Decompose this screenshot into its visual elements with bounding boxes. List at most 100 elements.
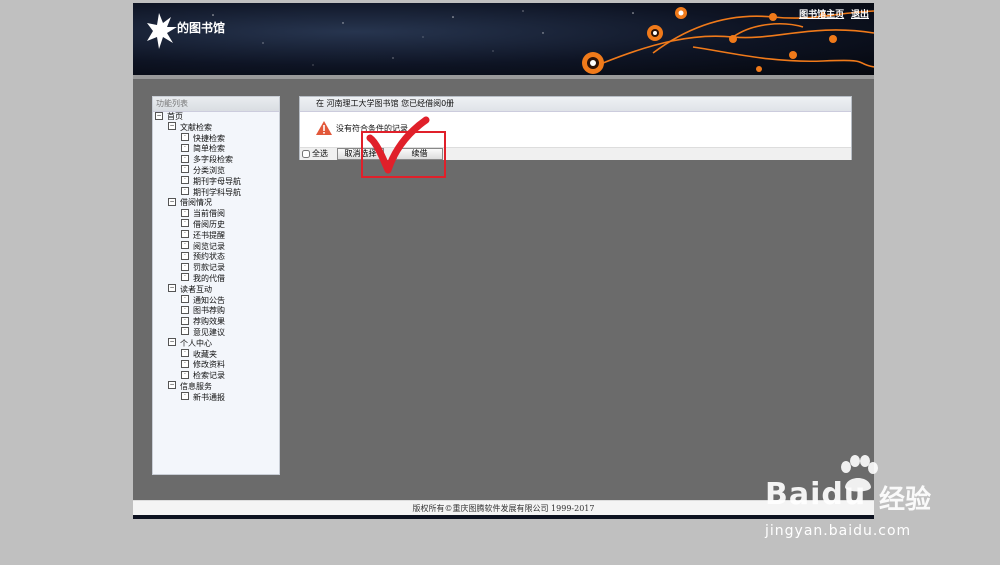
- select-all-checkbox[interactable]: [302, 149, 310, 158]
- tree-item-label: 期刊字母导航: [193, 176, 241, 186]
- warning-icon: [316, 121, 332, 135]
- tree-item[interactable]: · 期刊学科导航: [153, 187, 279, 199]
- tree-item-label: 信息服务: [180, 381, 212, 391]
- baidu-watermark: Baidu 经验 jingyan.baidu.com: [765, 455, 995, 547]
- leaf-node-icon: ·: [181, 370, 189, 379]
- watermark-brand-du: du: [821, 477, 867, 512]
- leaf-node-icon: ·: [181, 295, 189, 304]
- leaf-node-icon: ·: [181, 305, 189, 314]
- tree-item[interactable]: · 快捷检索: [153, 133, 279, 145]
- tree-item[interactable]: − 借阅情况: [153, 197, 279, 209]
- tree-item-label: 修改资料: [193, 360, 225, 370]
- footer: 版权所有©重庆图腾软件发展有限公司 1999-2017: [133, 500, 874, 516]
- tree-item-label: 借阅情况: [180, 198, 212, 208]
- leaf-node-icon: ·: [181, 251, 189, 260]
- tree-item-label: 读者互动: [180, 284, 212, 294]
- collapse-toggle-icon[interactable]: −: [168, 338, 176, 347]
- tree-item[interactable]: · 简单检索: [153, 143, 279, 155]
- app-frame: 的图书馆 图书馆主页 退出 功能列表 − 首页 − 文献检索 · 快捷检索 · 简单检索 · 多字…: [133, 3, 874, 519]
- leaf-node-icon: ·: [181, 316, 189, 325]
- tree-item[interactable]: · 图书荐购: [153, 305, 279, 317]
- tree-item[interactable]: · 我的代借: [153, 273, 279, 285]
- leaf-node-icon: ·: [181, 230, 189, 239]
- tree-item-label: 个人中心: [180, 338, 212, 348]
- collapse-toggle-icon[interactable]: −: [168, 381, 176, 390]
- tree-item-label: 分类浏览: [193, 165, 225, 175]
- tree-item-label: 意见建议: [193, 327, 225, 337]
- watermark-brand: Baidu: [765, 477, 866, 512]
- site-header: 的图书馆 图书馆主页 退出: [133, 3, 874, 75]
- tree-item-label: 当前借阅: [193, 209, 225, 219]
- watermark-url: jingyan.baidu.com: [765, 523, 912, 539]
- tree-item-label: 首页: [167, 112, 183, 121]
- tree-item[interactable]: · 阅览记录: [153, 241, 279, 253]
- leaf-node-icon: ·: [181, 143, 189, 152]
- leaf-node-icon: ·: [181, 359, 189, 368]
- header-banner: [212, 7, 874, 74]
- watermark-brand-bai: Bai: [765, 477, 822, 512]
- collapse-toggle-icon[interactable]: −: [168, 197, 176, 206]
- tree-item[interactable]: · 借阅历史: [153, 219, 279, 231]
- tree-item-label: 还书提醒: [193, 230, 225, 240]
- leaf-node-icon: ·: [181, 349, 189, 358]
- tree-item-label: 新书通报: [193, 392, 225, 402]
- tree-item-label: 通知公告: [193, 295, 225, 305]
- tree-item[interactable]: − 信息服务: [153, 381, 279, 393]
- tree-item-label: 检索记录: [193, 371, 225, 381]
- collapse-toggle-icon[interactable]: −: [168, 122, 176, 131]
- function-tree: − 首页 − 文献检索 · 快捷检索 · 简单检索 · 多字段检索 · 分类浏览 · 期刊字母导航 · 期刊学…: [153, 111, 279, 404]
- tree-item[interactable]: · 分类浏览: [153, 165, 279, 177]
- site-title: 的图书馆: [177, 21, 226, 35]
- function-sidebar: 功能列表 − 首页 − 文献检索 · 快捷检索 · 简单检索 · 多字段检索 · 分类浏览 · 期刊字母导…: [152, 96, 280, 475]
- leaf-node-icon: ·: [181, 165, 189, 174]
- tree-item-label: 阅览记录: [193, 241, 225, 251]
- leaf-node-icon: ·: [181, 392, 189, 401]
- sidebar-title: 功能列表: [153, 97, 279, 112]
- top-links: 图书馆主页 退出: [795, 7, 869, 20]
- tree-item[interactable]: · 期刊字母导航: [153, 176, 279, 188]
- tree-item[interactable]: · 检索记录: [153, 370, 279, 382]
- leaf-node-icon: ·: [181, 154, 189, 163]
- tree-item[interactable]: · 荐购效果: [153, 316, 279, 328]
- footer-strip: [133, 515, 874, 519]
- leaf-node-icon: ·: [181, 327, 189, 336]
- tree-item-label: 收藏夹: [193, 349, 217, 359]
- tree-item[interactable]: · 修改资料: [153, 359, 279, 371]
- tree-item[interactable]: · 通知公告: [153, 295, 279, 307]
- tree-item[interactable]: · 当前借阅: [153, 208, 279, 220]
- watermark-cn: 经验: [879, 485, 932, 515]
- leaf-node-icon: ·: [181, 241, 189, 250]
- collapse-toggle-icon[interactable]: −: [155, 111, 163, 120]
- tree-item[interactable]: − 文献检索: [153, 122, 279, 134]
- header-divider: [133, 75, 874, 79]
- tree-item-label: 罚款记录: [193, 263, 225, 273]
- leaf-node-icon: ·: [181, 187, 189, 196]
- select-all[interactable]: 全选: [302, 148, 328, 160]
- tree-item[interactable]: · 意见建议: [153, 327, 279, 339]
- logout-link[interactable]: 退出: [851, 10, 869, 20]
- tree-item[interactable]: · 多字段检索: [153, 154, 279, 166]
- tree-item-label: 多字段检索: [193, 155, 233, 165]
- tree-item[interactable]: · 预约状态: [153, 251, 279, 263]
- leaf-node-icon: ·: [181, 262, 189, 271]
- leaf-node-icon: ·: [181, 176, 189, 185]
- tree-item-label: 图书荐购: [193, 306, 225, 316]
- red-checkmark-icon: [366, 116, 430, 174]
- tree-item-label: 荐购效果: [193, 317, 225, 327]
- library-home-link[interactable]: 图书馆主页: [799, 10, 844, 20]
- tree-item[interactable]: · 罚款记录: [153, 262, 279, 274]
- tree-item-label: 预约状态: [193, 252, 225, 262]
- library-logo-icon: [147, 13, 177, 49]
- tree-item[interactable]: · 新书通报: [153, 392, 279, 404]
- tree-item[interactable]: · 收藏夹: [153, 349, 279, 361]
- tree-item[interactable]: − 读者互动: [153, 284, 279, 296]
- tree-item-label: 借阅历史: [193, 219, 225, 229]
- tree-item-label: 简单检索: [193, 144, 225, 154]
- collapse-toggle-icon[interactable]: −: [168, 284, 176, 293]
- tree-item[interactable]: − 首页: [153, 111, 279, 123]
- select-all-label: 全选: [312, 149, 328, 158]
- leaf-node-icon: ·: [181, 219, 189, 228]
- tree-item[interactable]: · 还书提醒: [153, 230, 279, 242]
- tree-item-label: 期刊学科导航: [193, 187, 241, 197]
- tree-item[interactable]: − 个人中心: [153, 338, 279, 350]
